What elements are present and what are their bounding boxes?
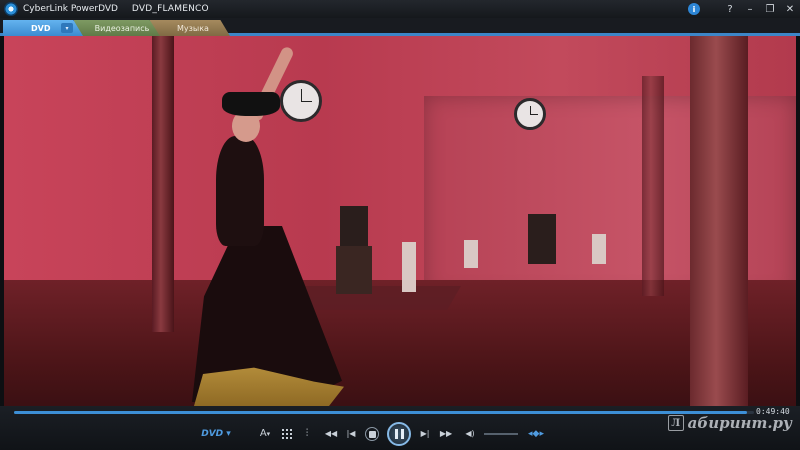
tab-music-label: Музыка <box>177 23 209 33</box>
gramophone-reflection <box>528 214 556 264</box>
player-controls: 0:49:40 DVD ▾ A ▾ ⫶ ◀◀ |◀ ▶| ▶▶ ◀) ◂◆▸ Л… <box>0 406 800 450</box>
close-button[interactable]: ✕ <box>780 0 800 18</box>
pause-icon <box>394 429 404 439</box>
seek-progress <box>14 411 747 414</box>
audio-button[interactable]: A ▾ <box>256 420 274 448</box>
watermark-logo-icon: Л <box>667 415 684 431</box>
previous-button[interactable]: |◀ <box>344 420 358 448</box>
volume-icon: ◀) <box>465 429 475 438</box>
seek-bar[interactable] <box>14 411 754 414</box>
audio-dropdown-icon: ▾ <box>266 430 271 438</box>
stop-icon <box>365 427 379 441</box>
minimize-button[interactable]: – <box>740 0 760 18</box>
wall-clock <box>280 80 322 122</box>
pillar-left <box>152 36 174 332</box>
app-name: CyberLink PowerDVD <box>23 4 118 14</box>
tab-bar: DVD ▾ Видеозапись Музыка <box>0 18 800 36</box>
vase <box>402 242 416 292</box>
document-title: DVD_FLAMENCO <box>131 4 209 14</box>
tab-music[interactable]: Музыка <box>150 20 230 36</box>
next-button[interactable]: ▶| <box>418 420 432 448</box>
watermark-text: абиринт.ру <box>687 414 792 432</box>
title-bar: CyberLink PowerDVD DVD_FLAMENCO i ? – ❐ … <box>0 0 800 18</box>
help-button[interactable]: ? <box>720 0 740 18</box>
restore-button[interactable]: ❐ <box>760 0 780 18</box>
previous-icon: |◀ <box>346 429 356 438</box>
fast-forward-icon: ▶▶ <box>439 429 453 438</box>
3d-button[interactable]: ◂◆▸ <box>526 420 546 448</box>
info-button[interactable]: i <box>684 0 704 18</box>
tab-dvd-label: DVD <box>31 23 51 33</box>
tab-video-recording[interactable]: Видеозапись <box>74 20 160 36</box>
rewind-button[interactable]: ◀◀ <box>324 420 338 448</box>
powerdvd-logo-icon <box>4 2 18 16</box>
source-select-button[interactable]: DVD ▾ <box>196 420 236 448</box>
settings-button[interactable]: ⫶ <box>300 420 314 448</box>
labirint-watermark: Л абиринт.ру <box>667 412 792 434</box>
audio-icon: A <box>259 428 267 439</box>
grid-icon <box>282 429 292 439</box>
pause-button[interactable] <box>387 422 411 446</box>
next-icon: ▶| <box>420 429 430 438</box>
mute-button[interactable]: ◀) <box>462 420 478 448</box>
video-frame[interactable] <box>4 36 796 406</box>
tab-dvd[interactable]: DVD ▾ <box>3 20 83 36</box>
rewind-icon: ◀◀ <box>324 429 338 438</box>
volume-slider[interactable] <box>484 433 518 435</box>
fast-forward-button[interactable]: ▶▶ <box>438 420 454 448</box>
info-icon: i <box>688 3 700 15</box>
menu-grid-button[interactable] <box>280 420 294 448</box>
stop-button[interactable] <box>364 420 380 448</box>
tab-video-recording-label: Видеозапись <box>94 23 150 33</box>
tab-dvd-dropdown-icon[interactable]: ▾ <box>61 23 73 33</box>
pillar-right <box>690 36 748 406</box>
mirror-clock <box>514 98 546 130</box>
equalizer-icon: ⫶ <box>305 428 309 439</box>
window-controls: i ? – ❐ ✕ <box>684 0 800 18</box>
3d-icon: ◂◆▸ <box>528 429 544 439</box>
